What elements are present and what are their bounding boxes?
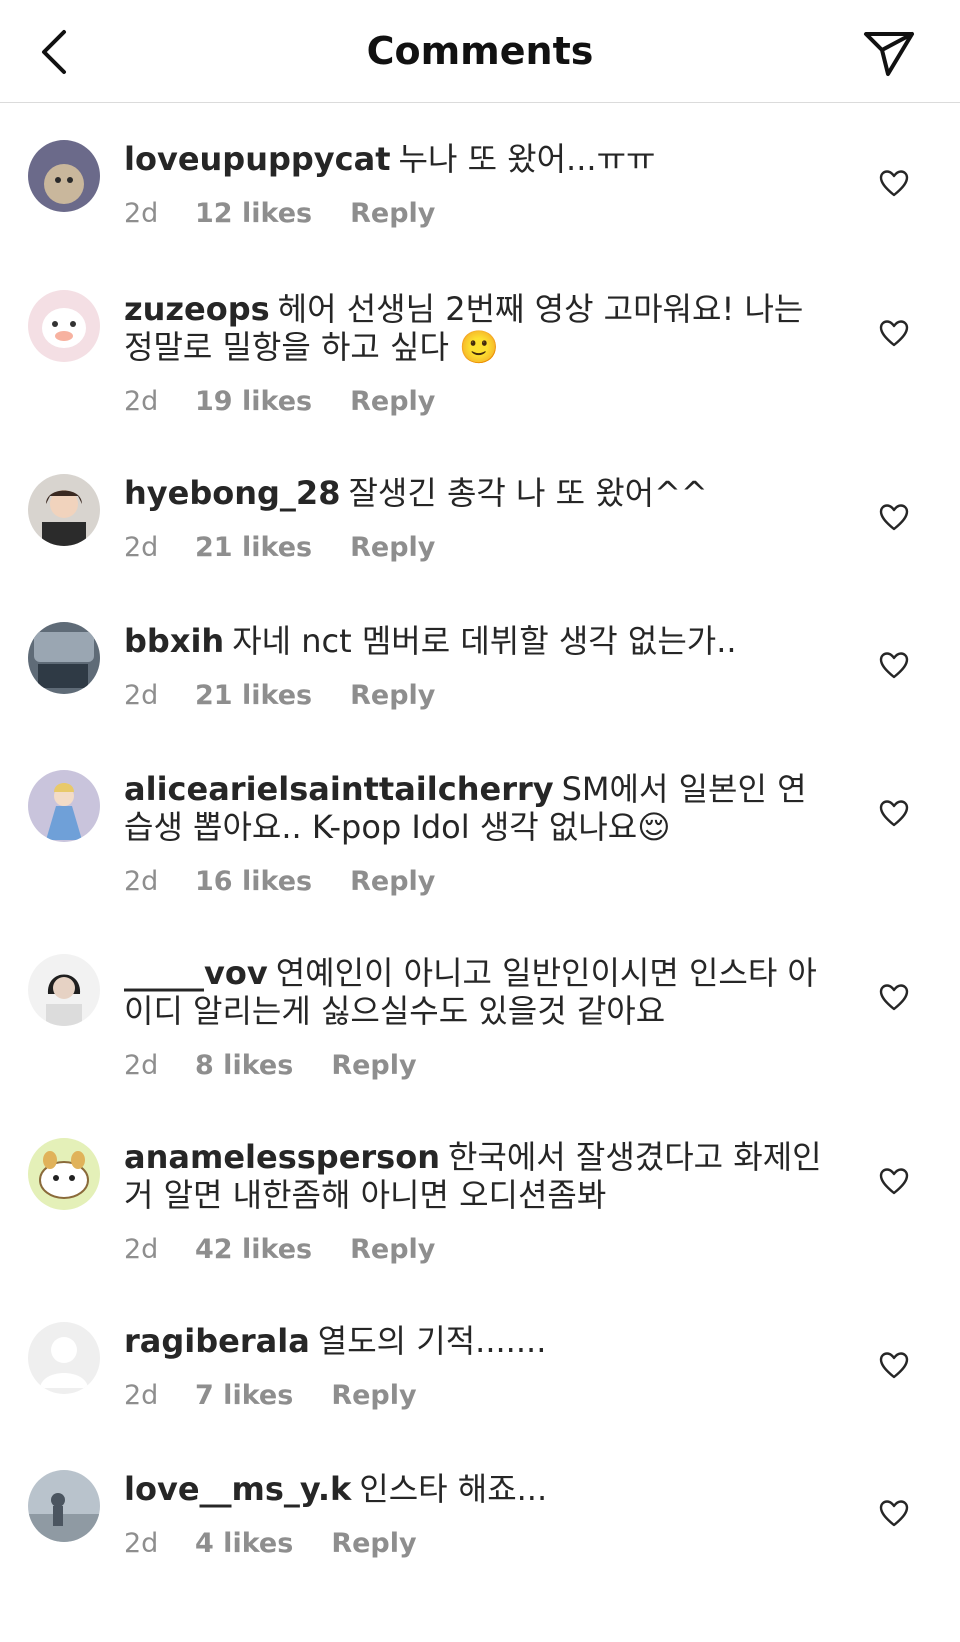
comment-likes[interactable]: 12 likes xyxy=(195,198,312,229)
avatar[interactable] xyxy=(28,1470,100,1542)
comment-likes[interactable]: 7 likes xyxy=(195,1380,293,1411)
heart-icon[interactable] xyxy=(878,1498,910,1528)
comment-likes[interactable]: 21 likes xyxy=(195,680,312,711)
comment-text: 잘생긴 총각 나 또 왔어^^ xyxy=(348,474,708,512)
comment-username[interactable]: ragiberala xyxy=(124,1322,310,1360)
reply-button[interactable]: Reply xyxy=(331,1380,416,1411)
comment-time: 2d xyxy=(124,1234,159,1265)
send-icon xyxy=(864,32,914,76)
share-button[interactable] xyxy=(862,28,916,78)
comment-likes[interactable]: 16 likes xyxy=(195,866,312,897)
reply-button[interactable]: Reply xyxy=(350,1234,435,1265)
comment-username[interactable]: alicearielsainttailcherry xyxy=(124,770,554,808)
heart-icon[interactable] xyxy=(878,1350,910,1380)
heart-icon[interactable] xyxy=(878,1166,910,1196)
heart-icon[interactable] xyxy=(878,650,910,680)
comment-time: 2d xyxy=(124,1380,159,1411)
heart-icon[interactable] xyxy=(878,982,910,1012)
avatar[interactable] xyxy=(28,954,100,1026)
comment-text: 열도의 기적....... xyxy=(317,1322,547,1360)
comment-username[interactable]: anamelessperson xyxy=(124,1138,440,1176)
comment-likes[interactable]: 19 likes xyxy=(195,386,312,417)
heart-icon[interactable] xyxy=(878,318,910,348)
comment-username[interactable]: _____vov xyxy=(124,954,268,992)
comment-time: 2d xyxy=(124,680,159,711)
comment-time: 2d xyxy=(124,1050,159,1081)
avatar[interactable] xyxy=(28,140,100,212)
comment-username[interactable]: bbxih xyxy=(124,622,224,660)
reply-button[interactable]: Reply xyxy=(331,1528,416,1559)
reply-button[interactable]: Reply xyxy=(350,680,435,711)
heart-icon[interactable] xyxy=(878,502,910,532)
heart-icon[interactable] xyxy=(878,798,910,828)
comment-username[interactable]: hyebong_28 xyxy=(124,474,340,512)
reply-button[interactable]: Reply xyxy=(350,198,435,229)
header: Comments xyxy=(0,0,960,103)
back-arrow-icon xyxy=(42,30,66,74)
comment-username[interactable]: zuzeops xyxy=(124,290,270,328)
avatar[interactable] xyxy=(28,290,100,362)
comment-likes[interactable]: 21 likes xyxy=(195,532,312,563)
reply-button[interactable]: Reply xyxy=(350,532,435,563)
comment-likes[interactable]: 4 likes xyxy=(195,1528,293,1559)
comment-time: 2d xyxy=(124,1528,159,1559)
avatar[interactable] xyxy=(28,770,100,842)
avatar[interactable] xyxy=(28,1138,100,1210)
comment-time: 2d xyxy=(124,866,159,897)
comment-time: 2d xyxy=(124,386,159,417)
avatar[interactable] xyxy=(28,622,100,694)
comment-text: 누나 또 왔어...ㅠㅠ xyxy=(398,140,656,178)
comment-text: 자네 nct 멤버로 데뷔할 생각 없는가.. xyxy=(232,622,737,660)
heart-icon[interactable] xyxy=(878,168,910,198)
comment-likes[interactable]: 8 likes xyxy=(195,1050,293,1081)
reply-button[interactable]: Reply xyxy=(350,866,435,897)
back-button[interactable] xyxy=(36,26,86,78)
reply-button[interactable]: Reply xyxy=(331,1050,416,1081)
avatar[interactable] xyxy=(28,1322,100,1394)
page-title: Comments xyxy=(366,29,594,73)
comment-time: 2d xyxy=(124,532,159,563)
comment-username[interactable]: loveupuppycat xyxy=(124,140,391,178)
comment-text: 인스타 해죠... xyxy=(359,1470,548,1508)
avatar[interactable] xyxy=(28,474,100,546)
reply-button[interactable]: Reply xyxy=(350,386,435,417)
comment-time: 2d xyxy=(124,198,159,229)
comment-likes[interactable]: 42 likes xyxy=(195,1234,312,1265)
comment-username[interactable]: love__ms_y.k xyxy=(124,1470,351,1508)
